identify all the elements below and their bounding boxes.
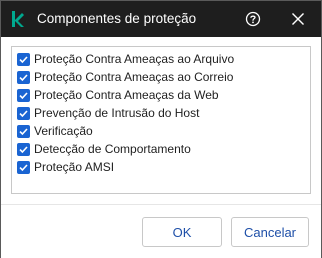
component-label: Verificação — [34, 124, 93, 138]
component-item-web-threat-protection[interactable]: Proteção Contra Ameaças da Web — [12, 86, 310, 104]
component-item-mail-threat-protection[interactable]: Proteção Contra Ameaças ao Correio — [12, 68, 310, 86]
cancel-button[interactable]: Cancelar — [231, 217, 309, 247]
title-bar: Componentes de proteção — [1, 1, 321, 37]
component-item-file-threat-protection[interactable]: Proteção Contra Ameaças ao Arquivo — [12, 50, 310, 68]
component-label: Proteção AMSI — [34, 160, 115, 174]
checkbox-checked-icon[interactable] — [17, 142, 30, 156]
component-item-host-intrusion-prevention[interactable]: Prevenção de Intrusão do Host — [12, 104, 310, 122]
checkbox-checked-icon[interactable] — [17, 88, 30, 102]
checkbox-checked-icon[interactable] — [17, 70, 30, 84]
component-label: Prevenção de Intrusão do Host — [34, 106, 200, 120]
dialog-footer: OK Cancelar — [1, 204, 321, 258]
components-list: Proteção Contra Ameaças ao Arquivo Prote… — [11, 46, 311, 194]
component-label: Proteção Contra Ameaças da Web — [34, 88, 219, 102]
dialog-title: Componentes de proteção — [37, 11, 197, 26]
component-label: Proteção Contra Ameaças ao Correio — [34, 70, 234, 84]
component-item-amsi-protection[interactable]: Proteção AMSI — [12, 158, 310, 176]
help-icon[interactable] — [245, 11, 261, 27]
component-item-scan[interactable]: Verificação — [12, 122, 310, 140]
ok-button[interactable]: OK — [142, 217, 222, 247]
component-item-behavior-detection[interactable]: Detecção de Comportamento — [12, 140, 310, 158]
kaspersky-logo-icon — [12, 11, 24, 27]
protection-components-dialog: Componentes de proteção Proteção Contra … — [0, 0, 322, 258]
checkbox-checked-icon[interactable] — [17, 106, 30, 120]
checkbox-checked-icon[interactable] — [17, 124, 30, 138]
checkbox-checked-icon[interactable] — [17, 52, 30, 66]
checkbox-checked-icon[interactable] — [17, 160, 30, 174]
close-icon[interactable] — [291, 12, 305, 26]
component-label: Detecção de Comportamento — [34, 142, 191, 156]
component-label: Proteção Contra Ameaças ao Arquivo — [34, 52, 235, 66]
